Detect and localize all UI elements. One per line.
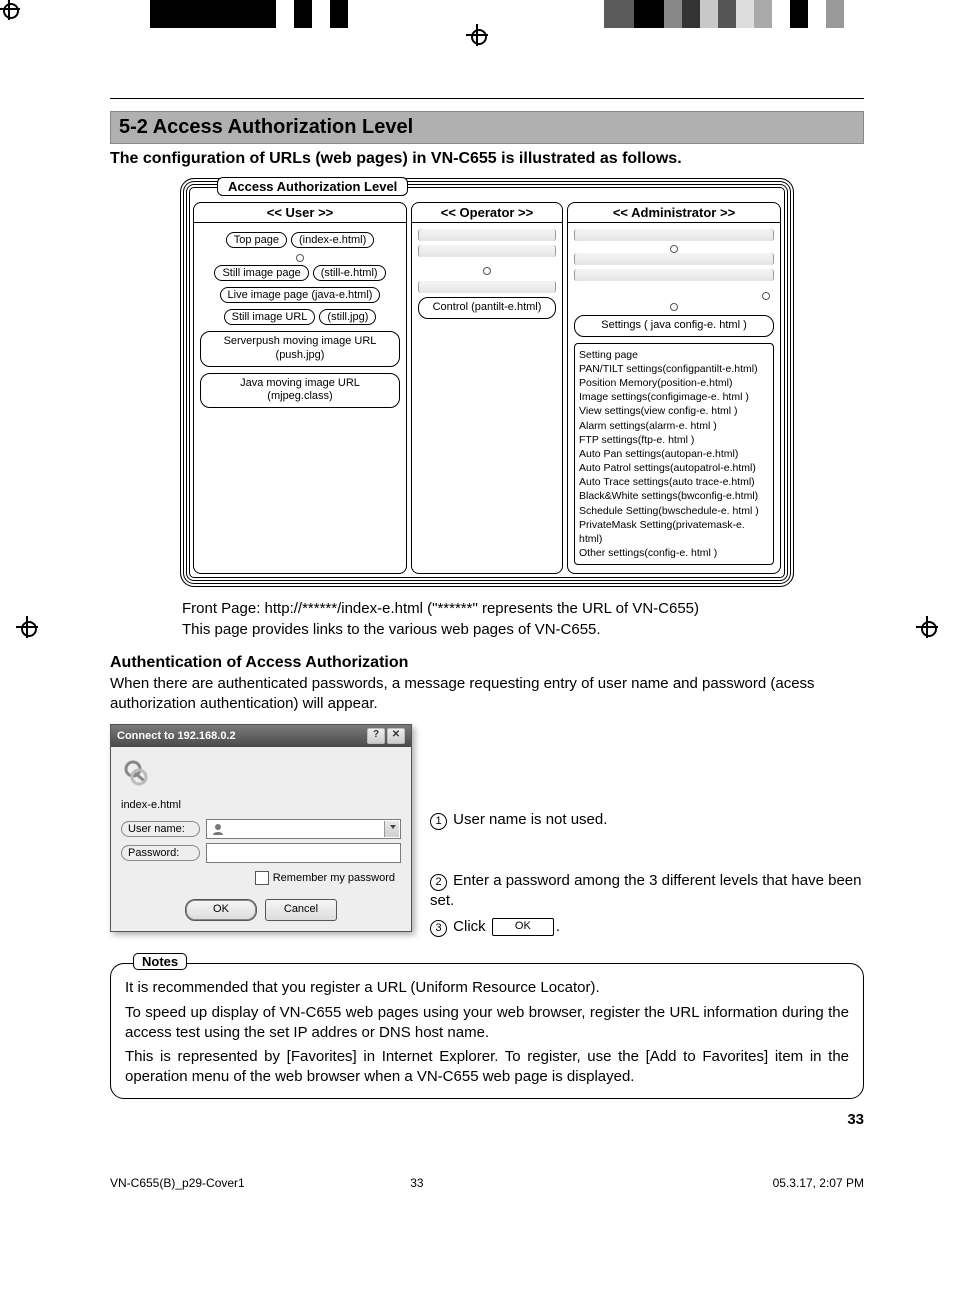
- column-user: << User >> Top page (index-e.html) Still…: [193, 202, 407, 574]
- pill: (still-e.html): [313, 265, 386, 281]
- auth-heading: Authentication of Access Authorization: [110, 654, 864, 672]
- registration-mark-right: [918, 618, 936, 636]
- inline-ok-button: OK: [492, 918, 554, 936]
- pill: Top page: [226, 232, 287, 248]
- password-field[interactable]: [206, 843, 401, 863]
- intro-text: The configuration of URLs (web pages) in…: [110, 150, 864, 168]
- dialog-titlebar: Connect to 192.168.0.2 ? ✕: [111, 725, 411, 747]
- column-admin-head: << Administrator >>: [568, 203, 780, 223]
- diagram-legend: Access Authorization Level: [217, 177, 408, 196]
- registration-mark-bottom: [589, 1174, 607, 1192]
- auth-dialog: Connect to 192.168.0.2 ? ✕ index-e.html …: [110, 724, 412, 932]
- settings-item: Position Memory(position-e.html): [579, 376, 769, 390]
- remember-label: Remember my password: [273, 872, 395, 884]
- pill-settings: Settings ( java config-e. html ): [574, 315, 774, 337]
- settings-item: PAN/TILT settings(configpantilt-e.html): [579, 362, 769, 376]
- footer-center: 33: [410, 1176, 423, 1190]
- page-number: 33: [110, 1111, 864, 1128]
- username-label: User name:: [121, 821, 200, 837]
- pill: (still.jpg): [319, 309, 376, 325]
- settings-item: Alarm settings(alarm-e. html ): [579, 419, 769, 433]
- step-1-text: User name is not used.: [453, 811, 607, 828]
- caption-line-2: This page provides links to the various …: [182, 620, 864, 640]
- caption-line-1: Front Page: http://******/index-e.html (…: [182, 599, 864, 619]
- section-title: 5-2 Access Authorization Level: [110, 111, 864, 144]
- settings-item: Image settings(configimage-e. html ): [579, 390, 769, 404]
- close-button[interactable]: ✕: [387, 728, 405, 744]
- settings-list: Setting page PAN/TILT settings(configpan…: [574, 343, 774, 566]
- settings-item: PrivateMask Setting(privatemask-e. html): [579, 518, 769, 546]
- registration-mark-top: [468, 26, 486, 44]
- step-3-text-b: .: [556, 918, 560, 935]
- help-button[interactable]: ?: [367, 728, 385, 744]
- step-2-text: Enter a password among the 3 different l…: [430, 872, 862, 909]
- settings-item: FTP settings(ftp-e. html ): [579, 433, 769, 447]
- pill: Still image URL: [224, 309, 316, 325]
- username-field[interactable]: [206, 819, 401, 839]
- pill: Serverpush moving image URL (push.jpg): [200, 331, 400, 367]
- pill: Live image page (java-e.html): [220, 287, 381, 303]
- auth-body: When there are authenticated passwords, …: [110, 674, 864, 715]
- notes-p3: This is represented by [Favorites] in In…: [125, 1047, 849, 1088]
- keys-icon: [119, 755, 159, 795]
- remember-checkbox[interactable]: [255, 871, 269, 885]
- step-number-2: 2: [430, 874, 447, 891]
- ok-button[interactable]: OK: [185, 899, 257, 921]
- settings-item: Auto Patrol settings(autopatrol-e.html): [579, 461, 769, 475]
- user-icon: [211, 822, 225, 836]
- dialog-title-text: Connect to 192.168.0.2: [117, 730, 236, 742]
- registration-mark-left: [18, 618, 36, 636]
- column-admin: << Administrator >> Settings ( java conf…: [567, 202, 781, 574]
- pill: (index-e.html): [291, 232, 374, 248]
- notes-p1: It is recommended that you register a UR…: [125, 978, 849, 998]
- settings-header: Setting page: [579, 348, 769, 362]
- footer-right: 05.3.17, 2:07 PM: [773, 1176, 864, 1190]
- settings-item: Black&White settings(bwconfig-e.html): [579, 489, 769, 503]
- print-footer: VN-C655(B)_p29-Cover1 33 05.3.17, 2:07 P…: [110, 1174, 864, 1192]
- settings-item: Auto Pan settings(autopan-e.html): [579, 447, 769, 461]
- dialog-realm: index-e.html: [121, 799, 401, 811]
- instruction-steps: 1 User name is not used. 2 Enter a passw…: [430, 810, 864, 937]
- step-3-text-a: Click: [453, 918, 486, 935]
- pill: Still image page: [214, 265, 308, 281]
- column-user-head: << User >>: [194, 203, 406, 223]
- password-label: Password:: [121, 845, 200, 861]
- notes-box: Notes It is recommended that you registe…: [110, 963, 864, 1098]
- pill-control: Control (pantilt-e.html): [418, 297, 556, 319]
- cancel-button[interactable]: Cancel: [265, 899, 337, 921]
- column-operator: << Operator >> Control (pantilt-e.html): [411, 202, 563, 574]
- column-operator-head: << Operator >>: [412, 203, 562, 223]
- settings-item: Auto Trace settings(auto trace-e.html): [579, 475, 769, 489]
- pill: Java moving image URL (mjpeg.class): [200, 373, 400, 409]
- step-number-1: 1: [430, 813, 447, 830]
- step-number-3: 3: [430, 920, 447, 937]
- notes-p2: To speed up display of VN-C655 web pages…: [125, 1003, 849, 1044]
- settings-item: Other settings(config-e. html ): [579, 546, 769, 560]
- settings-item: View settings(view config-e. html ): [579, 404, 769, 418]
- settings-item: Schedule Setting(bwschedule-e. html ): [579, 504, 769, 518]
- auth-level-diagram: Access Authorization Level << User >> To…: [180, 178, 794, 587]
- notes-label: Notes: [133, 953, 187, 970]
- footer-left: VN-C655(B)_p29-Cover1: [110, 1176, 245, 1190]
